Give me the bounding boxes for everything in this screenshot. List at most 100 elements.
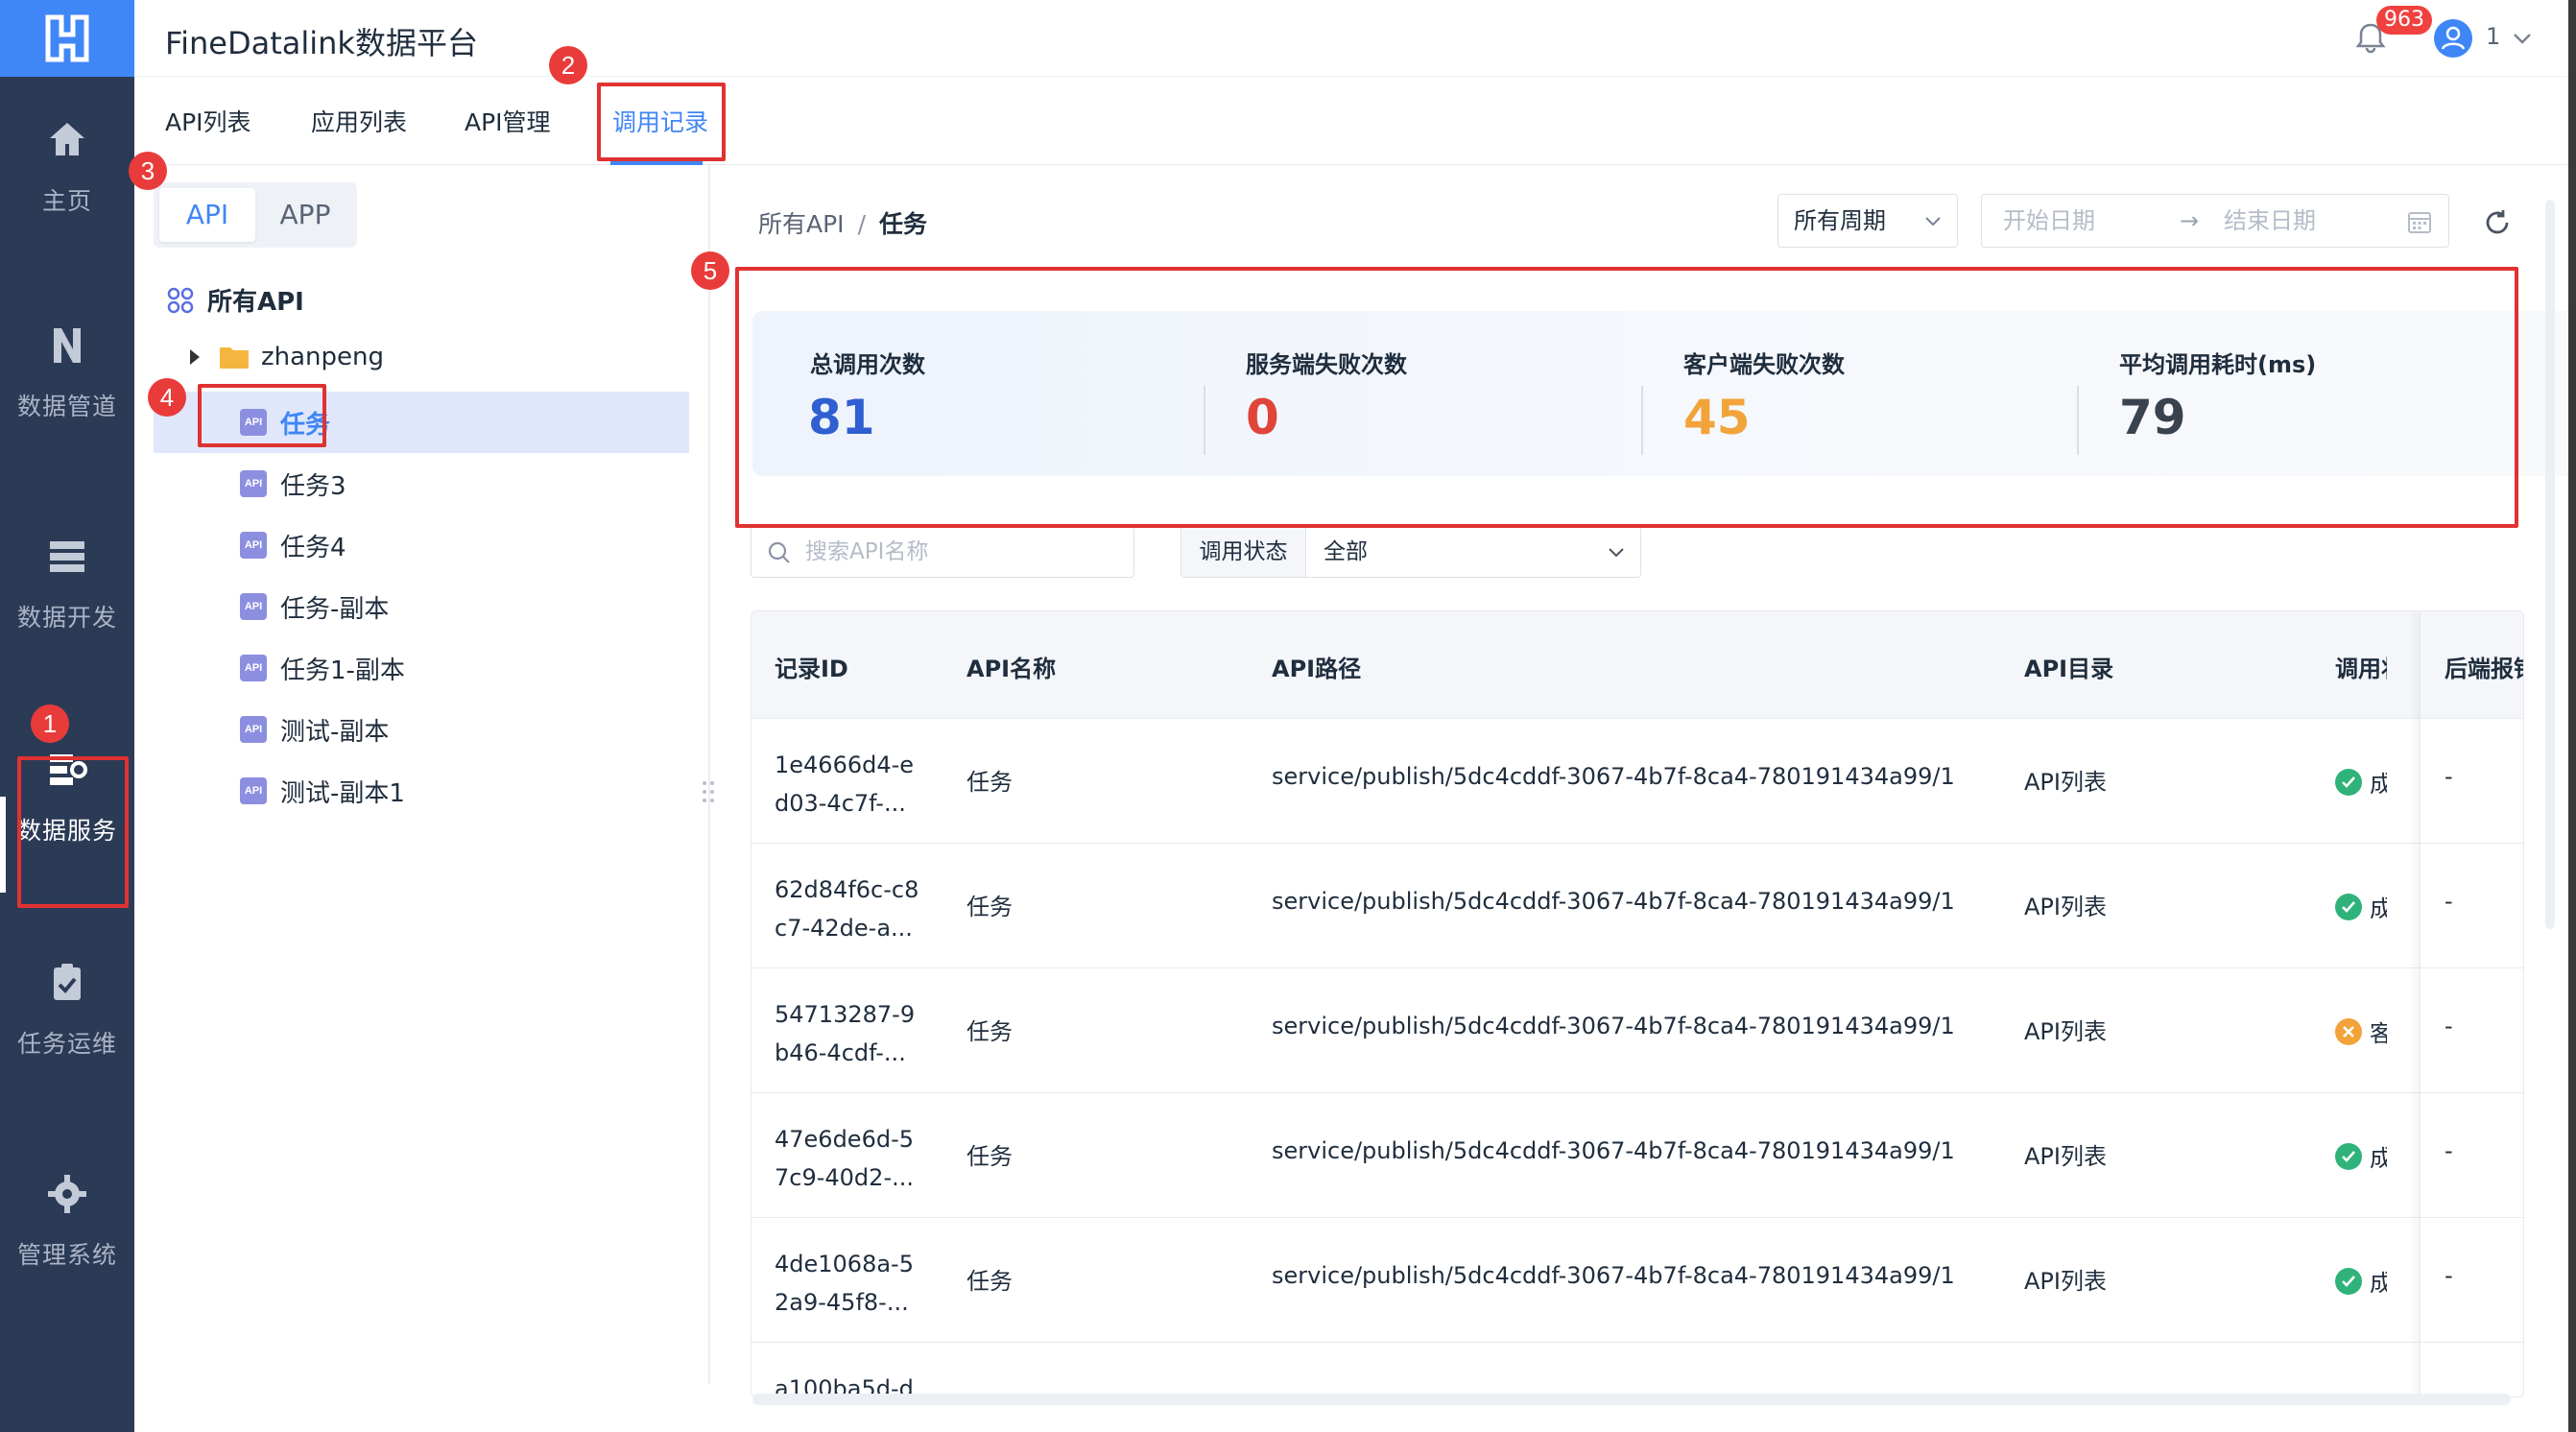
horizontal-scrollbar[interactable] (752, 1394, 2511, 1405)
table-row[interactable]: 62d84f6c-c8 c7-42de-a... 任务 service/publis… (751, 844, 2523, 968)
cell-record-id: 62d84f6c-c8 c7-42de-a... (775, 876, 919, 942)
success-check-icon (2335, 1142, 2362, 1170)
table-row[interactable]: 54713287-9 b46-4cdf-... 任务 service/publish… (751, 968, 2523, 1093)
status-filter-label: 调用状态 (1181, 527, 1306, 577)
task-ops-icon (54, 964, 81, 1000)
segment-app[interactable]: APP (257, 188, 353, 242)
col-call-status: 调用状 (2335, 656, 2387, 682)
rail-active-indicator (0, 797, 6, 893)
tree-node-api[interactable]: API 测试-副本1 (154, 760, 689, 822)
api-icon: API (240, 777, 267, 804)
tree-node-api[interactable]: API 测试-副本 (154, 699, 689, 760)
vertical-scrollbar[interactable] (2545, 200, 2555, 929)
cell-api-name: 任务 (966, 1018, 1013, 1045)
client-error-icon (2335, 1017, 2362, 1045)
chevron-down-icon[interactable] (2509, 25, 2536, 52)
rail-label: 主页 (41, 187, 92, 215)
tree-node-label: 测试-副本1 (280, 778, 405, 808)
cell-api-directory: API列表 (2024, 894, 2107, 920)
rail-item-task-ops[interactable]: 任务运维 (0, 939, 134, 1083)
tree-node-label: 任务4 (280, 533, 346, 562)
success-check-icon (2335, 893, 2362, 920)
cell-record-id: 1e4666d4-e d03-4c7f-... (775, 752, 915, 817)
app-logo[interactable] (0, 0, 134, 77)
rail-item-pipeline[interactable]: 数据管道 (0, 301, 134, 445)
end-date-placeholder[interactable]: 结束日期 (2224, 195, 2316, 247)
tree-node-api[interactable]: API 任务4 (154, 514, 689, 576)
breadcrumb-separator: / (857, 210, 866, 238)
window-edge (2568, 0, 2576, 1432)
breadcrumb-root[interactable]: 所有API (758, 210, 845, 238)
tree-node-label: 测试-副本 (280, 717, 390, 747)
tab-api-list[interactable]: API列表 (165, 104, 251, 138)
tree-root-all-api[interactable]: 所有API (165, 282, 304, 318)
folder-icon (220, 347, 249, 369)
tree-node-api[interactable]: API 任务1-副本 (154, 637, 689, 699)
annotation-badge-3: 3 (129, 152, 167, 190)
table-row[interactable]: 4de1068a-5 2a9-45f8-... 任务 service/publish… (751, 1218, 2523, 1343)
breadcrumb-current: 任务 (879, 210, 928, 238)
pipeline-icon (54, 328, 81, 363)
tree-node-label: 任务1-副本 (280, 656, 405, 685)
cell-call-status: 成 (2335, 1264, 2387, 1298)
tab-bar: API列表 应用列表 API管理 调用记录 (134, 77, 2576, 165)
annotation-badge-2: 2 (549, 46, 587, 84)
user-name[interactable]: 1 (2486, 23, 2500, 50)
tab-app-list[interactable]: 应用列表 (311, 104, 407, 138)
notification-badge: 963 (2376, 6, 2432, 35)
tree-node-api[interactable]: API 任务3 (154, 453, 689, 514)
status-filter-value: 全部 (1324, 539, 1368, 564)
rail-item-admin[interactable]: 管理系统 (0, 1150, 134, 1294)
gear-icon (48, 1175, 86, 1213)
api-icon: API (240, 716, 267, 743)
table-row[interactable]: a100ba5d-d (751, 1343, 2523, 1396)
tree-folder-zhanpeng[interactable]: zhanpeng (190, 343, 384, 371)
col-record-id: 记录ID (775, 656, 848, 682)
api-icon: API (240, 532, 267, 559)
cell-api-path: service/publish/5dc4cddf-3067-4b7f-8ca4-… (1272, 1013, 1955, 1039)
cell-backend-error: - (2445, 1262, 2453, 1289)
annotation-box-5 (735, 267, 2518, 528)
period-select[interactable]: 所有周期 (1777, 194, 1958, 248)
status-filter-select[interactable]: 调用状态 全部 (1181, 526, 1641, 578)
cell-backend-error: - (2445, 1013, 2453, 1039)
cell-backend-error: - (2445, 888, 2453, 915)
cell-api-path: service/publish/5dc4cddf-3067-4b7f-8ca4-… (1272, 1137, 1955, 1164)
cell-record-id: 54713287-9 b46-4cdf-... (775, 1001, 916, 1066)
cell-record-id: 4de1068a-5 2a9-45f8-... (775, 1251, 914, 1316)
status-text: 成 (2370, 1264, 2387, 1298)
refresh-icon[interactable] (2482, 207, 2513, 238)
table-row[interactable]: 47e6de6d-5 7c9-40d2-... 任务 service/publish… (751, 1093, 2523, 1218)
table-row[interactable]: 1e4666d4-e d03-4c7f-... 任务 service/publish… (751, 719, 2523, 844)
rail-item-home[interactable]: 主页 (0, 96, 134, 240)
annotation-badge-4: 4 (148, 378, 186, 417)
cell-backend-error: - (2445, 1137, 2453, 1164)
col-api-path: API路径 (1272, 656, 1362, 682)
rail-item-dev[interactable]: 数据开发 (0, 513, 134, 656)
start-date-placeholder[interactable]: 开始日期 (2003, 195, 2095, 247)
date-range-picker[interactable]: 开始日期 → 结束日期 (1981, 194, 2449, 248)
api-app-switch: API APP (154, 182, 357, 248)
tree-node-label: 任务-副本 (280, 594, 390, 624)
col-api-directory: API目录 (2024, 656, 2114, 682)
status-text: 成 (2370, 1139, 2387, 1173)
calendar-icon (2408, 212, 2431, 233)
col-backend-error: 后端报错 (2445, 656, 2523, 682)
avatar[interactable] (2434, 19, 2472, 58)
tree-node-api[interactable]: API 任务-副本 (154, 576, 689, 637)
tab-api-management[interactable]: API管理 (465, 104, 551, 138)
chevron-down-icon (1925, 217, 1941, 227)
cell-api-directory: API列表 (2024, 769, 2107, 796)
api-tree-panel: API APP 所有API zhanpeng API 任务 API 任务3 AP… (134, 165, 710, 1432)
search-input[interactable]: 搜索API名称 (751, 526, 1134, 578)
cell-call-status: 成 (2335, 1139, 2387, 1173)
annotation-badge-1: 1 (31, 704, 69, 743)
cell-api-name: 任务 (966, 1143, 1013, 1170)
range-arrow: → (2180, 207, 2200, 234)
status-text: 成 (2370, 890, 2387, 923)
caret-right-icon[interactable] (190, 349, 200, 365)
table-header: 记录ID API名称 API路径 API目录 调用状 后端报错 (751, 611, 2523, 719)
tree-root-label: 所有API (207, 288, 304, 317)
segment-api[interactable]: API (159, 188, 255, 242)
rail-label: 数据开发 (16, 604, 117, 632)
